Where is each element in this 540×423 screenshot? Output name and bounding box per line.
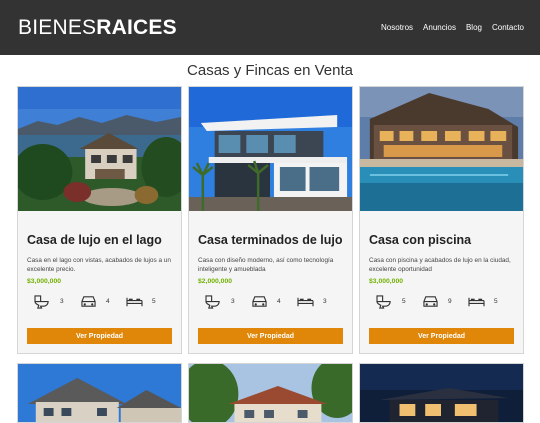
listing-card <box>359 363 524 423</box>
bathrooms-feature: 3 <box>33 294 79 309</box>
listing-photo <box>360 364 523 422</box>
parking-count: 9 <box>448 298 452 305</box>
main-nav: Nosotros Anuncios Blog Contacto <box>381 23 524 32</box>
bedrooms-count: 5 <box>152 298 156 305</box>
listing-title: Casa de lujo en el lago <box>27 233 162 247</box>
listing-photo <box>189 364 352 422</box>
toilet-icon <box>376 295 391 309</box>
listing-photo <box>189 87 352 211</box>
listing-photo <box>18 87 181 211</box>
bathrooms-count: 5 <box>402 298 406 305</box>
listing-price: $2,000,000 <box>198 278 233 285</box>
bathrooms-feature: 5 <box>375 294 421 309</box>
car-icon <box>423 296 438 307</box>
listing-photo <box>360 87 523 211</box>
listing-title: Casa con piscina <box>369 233 472 247</box>
listing-description: Casa con diseño moderno, así como tecnol… <box>198 257 334 274</box>
bedrooms-feature: 5 <box>125 294 171 309</box>
parking-count: 4 <box>106 298 110 305</box>
listing-card: Casa con piscina Casa con piscina y acab… <box>359 86 524 354</box>
bed-icon <box>297 297 314 307</box>
toilet-icon <box>205 295 220 309</box>
bedrooms-feature: 5 <box>467 294 513 309</box>
listing-price: $3,000,000 <box>369 278 404 285</box>
bedrooms-feature: 3 <box>296 294 342 309</box>
view-property-button[interactable]: Ver Propiedad <box>369 328 514 344</box>
bathrooms-count: 3 <box>60 298 64 305</box>
nav-blog[interactable]: Blog <box>466 23 482 32</box>
listing-card: Casa terminados de lujo Casa con diseño … <box>188 86 353 354</box>
listing-card <box>17 363 182 423</box>
listing-features: 3 4 5 <box>27 294 172 309</box>
nav-contacto[interactable]: Contacto <box>492 23 524 32</box>
listings-grid: Casa de lujo en el lago Casa en el lago … <box>17 86 524 423</box>
toilet-icon <box>34 295 49 309</box>
car-icon <box>81 296 96 307</box>
listing-card: Casa de lujo en el lago Casa en el lago … <box>17 86 182 354</box>
listing-description: Casa en el lago con vistas, acabados de … <box>27 257 171 274</box>
listing-price: $3,000,000 <box>27 278 62 285</box>
bathrooms-feature: 3 <box>204 294 250 309</box>
nav-anuncios[interactable]: Anuncios <box>423 23 456 32</box>
view-property-button[interactable]: Ver Propiedad <box>27 328 172 344</box>
parking-feature: 9 <box>421 294 467 309</box>
parking-count: 4 <box>277 298 281 305</box>
view-property-button[interactable]: Ver Propiedad <box>198 328 343 344</box>
bedrooms-count: 5 <box>494 298 498 305</box>
bedrooms-count: 3 <box>323 298 327 305</box>
site-logo[interactable]: BIENESRAICES <box>18 16 177 40</box>
bed-icon <box>126 297 143 307</box>
bathrooms-count: 3 <box>231 298 235 305</box>
site-header: BIENESRAICES Nosotros Anuncios Blog Cont… <box>0 0 540 55</box>
section-title: Casas y Fincas en Venta <box>187 62 353 79</box>
listing-title: Casa terminados de lujo <box>198 233 343 247</box>
listing-features: 3 4 3 <box>198 294 343 309</box>
parking-feature: 4 <box>250 294 296 309</box>
bed-icon <box>468 297 485 307</box>
nav-nosotros[interactable]: Nosotros <box>381 23 413 32</box>
parking-feature: 4 <box>79 294 125 309</box>
listing-description: Casa con piscina y acabados de lujo en l… <box>369 257 511 274</box>
listing-card <box>188 363 353 423</box>
listing-photo <box>18 364 181 422</box>
listing-features: 5 9 5 <box>369 294 514 309</box>
car-icon <box>252 296 267 307</box>
